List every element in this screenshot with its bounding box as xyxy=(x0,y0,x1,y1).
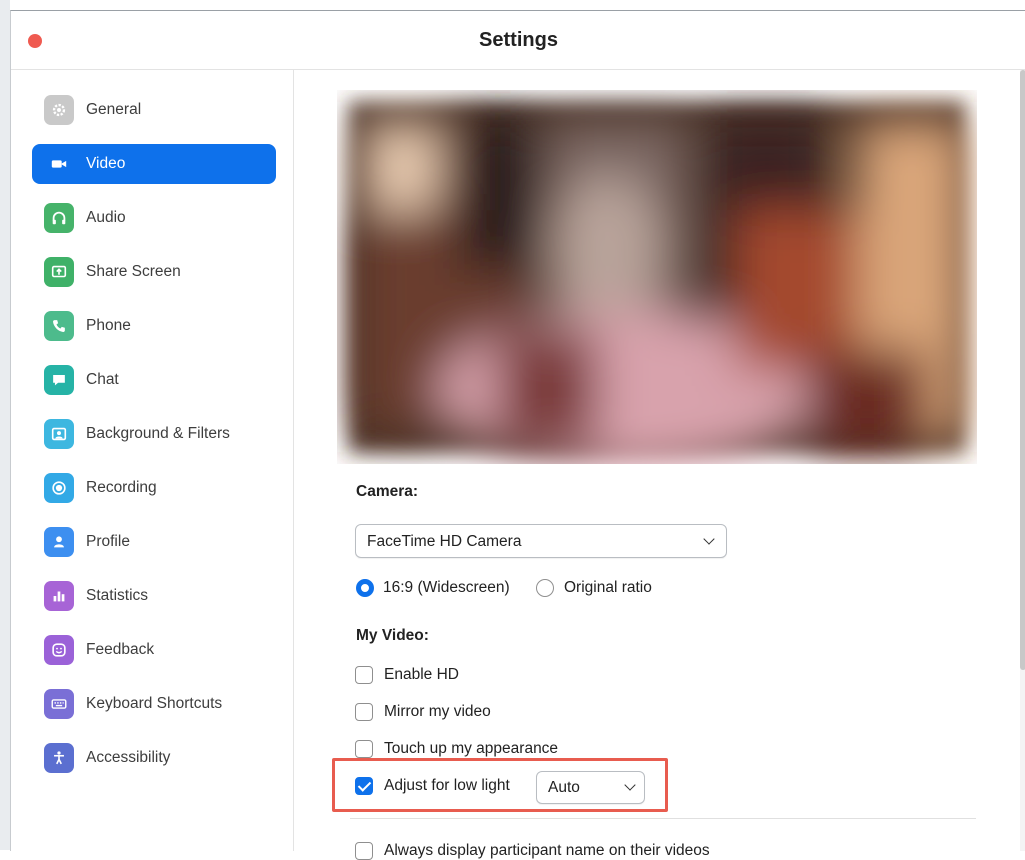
share-screen-icon xyxy=(44,257,74,287)
touch-up-label[interactable]: Touch up my appearance xyxy=(384,740,558,758)
sidebar-item-label: General xyxy=(86,101,142,118)
touch-up-checkbox[interactable] xyxy=(355,740,373,758)
ratio-original-label[interactable]: Original ratio xyxy=(564,579,652,597)
sidebar-item-label: Share Screen xyxy=(86,263,181,280)
sidebar-item-accessibility[interactable]: Accessibility xyxy=(32,738,276,778)
sidebar-item-label: Recording xyxy=(86,479,157,496)
sidebar-item-keyboard-shortcuts[interactable]: Keyboard Shortcuts xyxy=(32,684,276,724)
always-display-names-label[interactable]: Always display participant name on their… xyxy=(384,842,710,860)
camera-select[interactable]: FaceTime HD Camera xyxy=(355,524,727,558)
gear-icon xyxy=(44,95,74,125)
camera-preview xyxy=(337,90,977,464)
scrollbar[interactable] xyxy=(1020,70,1025,851)
sidebar-item-label: Keyboard Shortcuts xyxy=(86,695,223,712)
ratio-original-radio[interactable] xyxy=(536,579,554,597)
title-bar: Settings xyxy=(11,11,1025,70)
section-divider xyxy=(350,818,976,819)
sidebar-item-audio[interactable]: Audio xyxy=(32,198,276,238)
video-camera-icon xyxy=(44,149,74,179)
sidebar-item-label: Video xyxy=(86,155,126,172)
camera-select-value: FaceTime HD Camera xyxy=(367,533,522,550)
sidebar-item-feedback[interactable]: Feedback xyxy=(32,630,276,670)
always-display-names-checkbox[interactable] xyxy=(355,842,373,860)
sidebar-item-statistics[interactable]: Statistics xyxy=(32,576,276,616)
ratio-widescreen-radio[interactable] xyxy=(356,579,374,597)
mirror-video-checkbox[interactable] xyxy=(355,703,373,721)
sidebar-item-label: Accessibility xyxy=(86,749,171,766)
scrollbar-thumb[interactable] xyxy=(1020,70,1025,670)
sidebar-item-chat[interactable]: Chat xyxy=(32,360,276,400)
chevron-down-icon xyxy=(703,533,715,545)
settings-sidebar: General Video Audio Share Screen Phone C… xyxy=(11,70,294,851)
mirror-video-label[interactable]: Mirror my video xyxy=(384,703,491,721)
enable-hd-label[interactable]: Enable HD xyxy=(384,666,459,684)
sidebar-item-label: Statistics xyxy=(86,587,149,604)
keyboard-icon xyxy=(44,689,74,719)
low-light-highlight-box xyxy=(332,758,668,812)
sidebar-item-label: Profile xyxy=(86,533,130,550)
sidebar-item-background-filters[interactable]: Background & Filters xyxy=(32,414,276,454)
ratio-widescreen-label[interactable]: 16:9 (Widescreen) xyxy=(383,579,510,597)
background-app-edge xyxy=(0,0,10,850)
sidebar-item-profile[interactable]: Profile xyxy=(32,522,276,562)
window-title: Settings xyxy=(479,29,558,51)
person-icon xyxy=(44,527,74,557)
sidebar-item-share-screen[interactable]: Share Screen xyxy=(32,252,276,292)
bar-chart-icon xyxy=(44,581,74,611)
headphones-icon xyxy=(44,203,74,233)
accessibility-icon xyxy=(44,743,74,773)
sidebar-item-general[interactable]: General xyxy=(32,90,276,130)
settings-window: Settings General Video Audio Share Scree… xyxy=(10,10,1025,860)
sidebar-item-phone[interactable]: Phone xyxy=(32,306,276,346)
smiley-icon xyxy=(44,635,74,665)
sidebar-item-label: Chat xyxy=(86,371,119,388)
enable-hd-checkbox[interactable] xyxy=(355,666,373,684)
camera-label: Camera: xyxy=(356,483,419,500)
video-settings-panel: Camera: FaceTime HD Camera 16:9 (Widescr… xyxy=(294,70,1025,860)
chat-icon xyxy=(44,365,74,395)
sidebar-item-label: Audio xyxy=(86,209,126,226)
sidebar-item-label: Phone xyxy=(86,317,131,334)
phone-icon xyxy=(44,311,74,341)
my-video-label: My Video: xyxy=(356,627,429,644)
sidebar-item-recording[interactable]: Recording xyxy=(32,468,276,508)
sidebar-item-label: Background & Filters xyxy=(86,425,230,442)
background-icon xyxy=(44,419,74,449)
sidebar-item-video[interactable]: Video xyxy=(32,144,276,184)
sidebar-item-label: Feedback xyxy=(86,641,155,658)
record-icon xyxy=(44,473,74,503)
